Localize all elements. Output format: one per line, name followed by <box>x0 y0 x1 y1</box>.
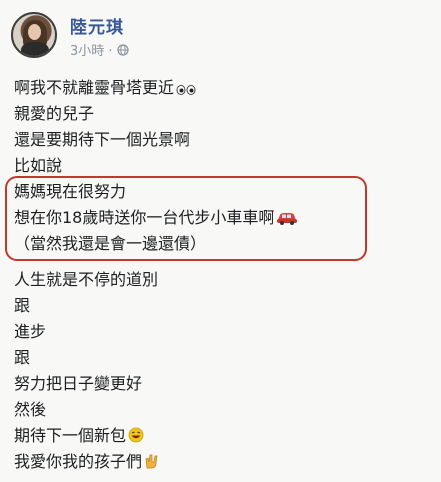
post-line: 我愛你我的孩子們 <box>14 452 160 472</box>
love-you-hand-emoji-icon <box>145 454 158 469</box>
facebook-post: 陸元琪 3小時 · 啊我不就離靈骨塔更近 親愛的兒子 還是要期待下一個光景啊 比… <box>0 0 441 482</box>
author-name[interactable]: 陸元琪 <box>70 13 124 38</box>
post-timestamp[interactable]: 3小時 · <box>70 40 113 59</box>
post-line: 然後 <box>14 400 47 419</box>
grinning-emoji-icon <box>128 427 144 443</box>
post-line: 期待下一個新包 <box>14 426 144 446</box>
post-line: 人生就是不停的道別 <box>14 270 159 289</box>
author-avatar[interactable] <box>11 12 57 58</box>
post-line: 比如說 <box>14 156 63 175</box>
post-line: 努力把日子變更好 <box>14 374 143 393</box>
post-line: 想在你18歲時送你一台代步小車車啊 <box>14 208 298 228</box>
post-line: 跟 <box>14 348 31 367</box>
post-line: 媽媽現在很努力 <box>14 182 127 201</box>
post-meta: 3小時 · <box>70 40 129 59</box>
eyes-emoji-icon <box>176 85 196 95</box>
post-line: 親愛的兒子 <box>14 104 95 123</box>
post-line: （當然我還是會一邊還債） <box>14 234 207 253</box>
post-line: 跟 <box>14 296 31 315</box>
post-line: 啊我不就離靈骨塔更近 <box>14 78 198 98</box>
avatar-body <box>21 42 49 56</box>
post-line: 還是要期待下一個光景啊 <box>14 130 191 149</box>
avatar-face <box>28 24 41 40</box>
post-line: 進步 <box>14 322 47 341</box>
car-emoji-icon <box>277 213 298 225</box>
globe-icon[interactable] <box>116 43 129 56</box>
